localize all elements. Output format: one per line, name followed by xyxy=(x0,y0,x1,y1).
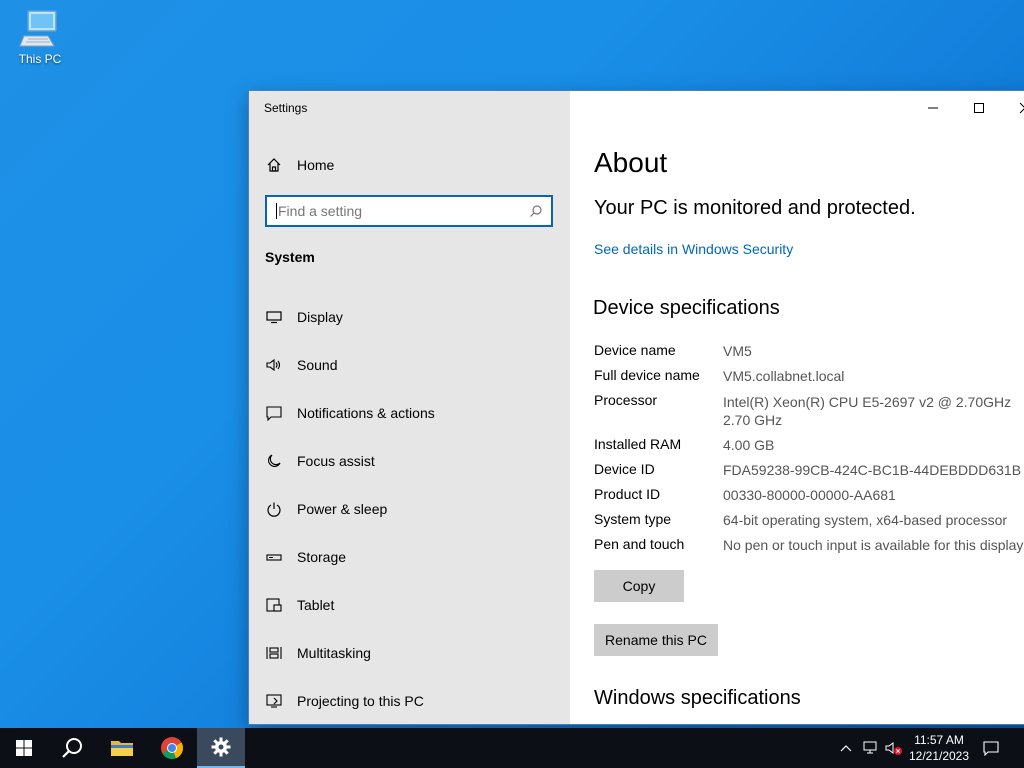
moon-icon xyxy=(264,451,284,471)
rename-pc-button[interactable]: Rename this PC xyxy=(594,624,718,656)
gear-icon xyxy=(211,737,231,757)
sidebar-item-sound[interactable]: Sound xyxy=(264,351,337,379)
taskbar-search-button[interactable] xyxy=(48,728,96,768)
sidebar: Settings Home Find a setting System Disp… xyxy=(249,91,570,724)
settings-window: Settings Home Find a setting System Disp… xyxy=(249,91,1024,724)
clock-time: 11:57 AM xyxy=(914,733,964,747)
search-input[interactable]: Find a setting xyxy=(265,195,553,227)
maximize-button[interactable] xyxy=(956,96,1002,120)
start-button[interactable] xyxy=(0,728,48,768)
windows-specs-heading: Windows specifications xyxy=(594,687,801,709)
sidebar-item-label: Sound xyxy=(297,357,338,373)
spec-label-installed-ram: Installed RAM xyxy=(594,436,682,452)
network-tray-button[interactable] xyxy=(861,738,881,758)
projecting-icon xyxy=(264,691,284,711)
desktop-icon-this-pc[interactable]: This PC xyxy=(12,8,68,66)
sidebar-item-label: Display xyxy=(297,309,343,325)
sidebar-item-multitasking[interactable]: Multitasking xyxy=(264,639,371,667)
section-label-system: System xyxy=(265,249,315,265)
spec-value-full-device-name: VM5.collabnet.local xyxy=(723,368,845,384)
computer-icon xyxy=(19,10,57,47)
storage-icon xyxy=(264,547,284,567)
spec-value-device-name: VM5 xyxy=(723,343,752,359)
folder-icon xyxy=(111,741,133,756)
sidebar-item-focus-assist[interactable]: Focus assist xyxy=(264,447,375,475)
display-icon xyxy=(264,307,284,327)
spec-value-device-id: FDA59238-99CB-424C-BC1B-44DEBDDD631B xyxy=(723,462,1022,478)
sidebar-item-storage[interactable]: Storage xyxy=(264,543,346,571)
sidebar-item-projecting[interactable]: Projecting to this PC xyxy=(264,687,424,715)
content-pane: About Your PC is monitored and protected… xyxy=(570,91,1024,724)
spec-label-full-device-name: Full device name xyxy=(594,367,700,383)
windows-logo-icon xyxy=(16,740,32,756)
spec-value-pen-touch: No pen or touch input is available for t… xyxy=(723,537,1024,553)
volume-muted-icon xyxy=(885,742,902,755)
notification-center-icon xyxy=(983,741,999,756)
clock-date: 12/21/2023 xyxy=(908,749,970,763)
tablet-icon xyxy=(264,595,284,615)
sidebar-item-label: Home xyxy=(297,157,335,173)
chevron-up-icon xyxy=(840,745,852,752)
file-explorer-button[interactable] xyxy=(98,728,146,768)
home-icon xyxy=(264,155,284,175)
settings-taskbar-button[interactable] xyxy=(197,728,245,768)
multitasking-icon xyxy=(264,643,284,663)
close-icon xyxy=(1019,102,1024,114)
text-caret xyxy=(276,203,277,219)
sidebar-item-label: Projecting to this PC xyxy=(297,693,424,709)
spec-label-system-type: System type xyxy=(594,511,672,527)
spec-label-processor: Processor xyxy=(594,392,658,408)
spec-value-system-type: 64-bit operating system, x64-based proce… xyxy=(723,512,1008,528)
sidebar-item-notifications[interactable]: Notifications & actions xyxy=(264,399,435,427)
spec-value-processor-speed: 2.70 GHz xyxy=(723,412,783,428)
taskbar-clock[interactable]: 11:57 AM 12/21/2023 xyxy=(904,732,974,764)
copy-button[interactable]: Copy xyxy=(594,570,684,602)
spec-value-installed-ram: 4.00 GB xyxy=(723,437,775,453)
windows-security-link[interactable]: See details in Windows Security xyxy=(594,241,793,257)
security-status: Your PC is monitored and protected. xyxy=(594,197,916,219)
sidebar-item-display[interactable]: Display xyxy=(264,303,343,331)
sidebar-item-home[interactable]: Home xyxy=(264,151,334,179)
taskbar: 11:57 AM 12/21/2023 xyxy=(0,728,1024,768)
notifications-icon xyxy=(264,403,284,423)
search-icon xyxy=(529,204,543,221)
spec-value-processor: Intel(R) Xeon(R) CPU E5-2697 v2 @ 2.70GH… xyxy=(723,394,1012,410)
maximize-icon xyxy=(974,103,984,113)
chrome-icon xyxy=(161,737,184,760)
chrome-button[interactable] xyxy=(148,728,196,768)
minimize-icon xyxy=(928,107,938,109)
device-specs-heading: Device specifications xyxy=(593,297,780,319)
show-hidden-icons-button[interactable] xyxy=(838,738,854,758)
spec-label-device-id: Device ID xyxy=(594,461,655,477)
sidebar-item-power-sleep[interactable]: Power & sleep xyxy=(264,495,387,523)
sidebar-item-label: Multitasking xyxy=(297,645,371,661)
spec-label-pen-touch: Pen and touch xyxy=(594,536,685,552)
spec-value-product-id: 00330-80000-00000-AA681 xyxy=(723,487,896,503)
network-icon xyxy=(863,741,877,754)
sidebar-item-label: Notifications & actions xyxy=(297,405,435,421)
search-icon xyxy=(62,738,82,758)
action-center-button[interactable] xyxy=(980,738,1002,758)
desktop-icon-label: This PC xyxy=(18,52,62,66)
search-placeholder: Find a setting xyxy=(278,203,363,219)
spec-label-product-id: Product ID xyxy=(594,486,661,502)
minimize-button[interactable] xyxy=(910,96,956,120)
sidebar-item-tablet[interactable]: Tablet xyxy=(264,591,334,619)
page-title: About xyxy=(594,147,668,178)
sidebar-item-label: Storage xyxy=(297,549,347,565)
power-icon xyxy=(264,499,284,519)
volume-tray-button[interactable] xyxy=(884,738,904,758)
window-title: Settings xyxy=(264,101,308,115)
close-button[interactable] xyxy=(1002,96,1024,120)
sound-icon xyxy=(264,355,284,375)
spec-label-device-name: Device name xyxy=(594,342,676,358)
sidebar-item-label: Focus assist xyxy=(297,453,375,469)
sidebar-item-label: Tablet xyxy=(297,597,335,613)
sidebar-item-label: Power & sleep xyxy=(297,501,388,517)
